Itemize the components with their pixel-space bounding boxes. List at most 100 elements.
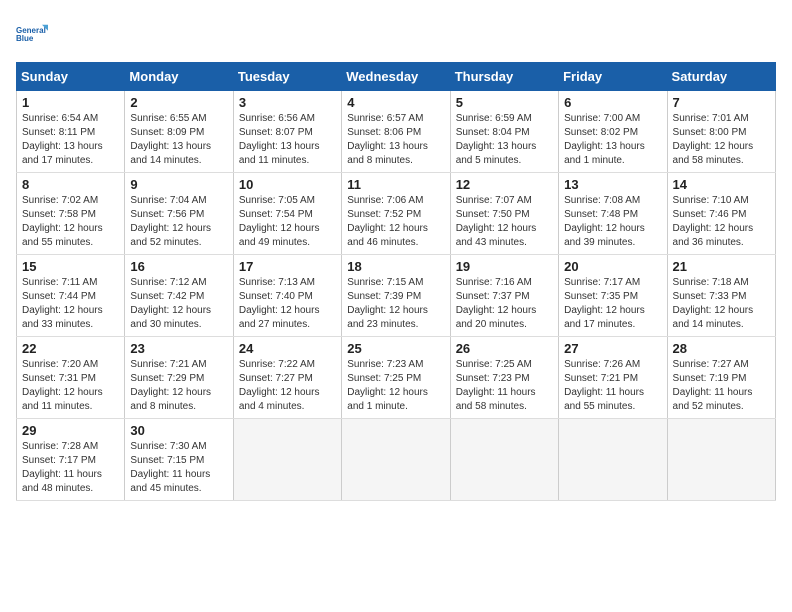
calendar-cell: 12 Sunrise: 7:07 AM Sunset: 7:50 PM Dayli…	[450, 173, 558, 255]
calendar-cell: 8 Sunrise: 7:02 AM Sunset: 7:58 PM Daylig…	[17, 173, 125, 255]
day-info: Sunrise: 7:21 AM Sunset: 7:29 PM Dayligh…	[130, 358, 227, 414]
calendar-cell: 27 Sunrise: 7:26 AM Sunset: 7:21 PM Dayli…	[559, 337, 667, 419]
calendar-cell	[233, 419, 341, 501]
col-header-thursday: Thursday	[450, 63, 558, 91]
calendar-cell: 20 Sunrise: 7:17 AM Sunset: 7:35 PM Dayli…	[559, 255, 667, 337]
calendar-cell: 18 Sunrise: 7:15 AM Sunset: 7:39 PM Dayli…	[342, 255, 450, 337]
col-header-tuesday: Tuesday	[233, 63, 341, 91]
calendar-cell: 14 Sunrise: 7:10 AM Sunset: 7:46 PM Dayli…	[667, 173, 775, 255]
calendar-cell: 26Sunrise: 7:25 AM Sunset: 7:23 PM Dayli…	[450, 337, 558, 419]
day-info: Sunrise: 7:12 AM Sunset: 7:42 PM Dayligh…	[130, 276, 227, 332]
day-number: 17	[239, 259, 336, 274]
day-number: 28	[673, 341, 770, 356]
day-info: Sunrise: 7:05 AM Sunset: 7:54 PM Dayligh…	[239, 194, 336, 250]
day-info: Sunrise: 7:07 AM Sunset: 7:50 PM Dayligh…	[456, 194, 553, 250]
day-number: 15	[22, 259, 119, 274]
day-number: 18	[347, 259, 444, 274]
day-info: Sunrise: 7:13 AM Sunset: 7:40 PM Dayligh…	[239, 276, 336, 332]
day-number: 9	[130, 177, 227, 192]
day-number: 24	[239, 341, 336, 356]
day-info: Sunrise: 7:10 AM Sunset: 7:46 PM Dayligh…	[673, 194, 770, 250]
day-number: 12	[456, 177, 553, 192]
calendar-cell: 16Sunrise: 7:12 AM Sunset: 7:42 PM Dayli…	[125, 255, 233, 337]
day-info: Sunrise: 7:11 AM Sunset: 7:44 PM Dayligh…	[22, 276, 119, 332]
day-number: 23	[130, 341, 227, 356]
calendar-cell: 11 Sunrise: 7:06 AM Sunset: 7:52 PM Dayli…	[342, 173, 450, 255]
day-number: 3	[239, 95, 336, 110]
calendar-row: 29 Sunrise: 7:28 AM Sunset: 7:17 PM Dayli…	[17, 419, 776, 501]
calendar-cell: 6Sunrise: 7:00 AM Sunset: 8:02 PM Daylig…	[559, 91, 667, 173]
day-info: Sunrise: 7:30 AM Sunset: 7:15 PM Dayligh…	[130, 440, 227, 496]
calendar-cell: 15 Sunrise: 7:11 AM Sunset: 7:44 PM Dayli…	[17, 255, 125, 337]
day-info: Sunrise: 7:20 AM Sunset: 7:31 PM Dayligh…	[22, 358, 119, 414]
day-info: Sunrise: 6:55 AM Sunset: 8:09 PM Dayligh…	[130, 112, 227, 168]
day-number: 29	[22, 423, 119, 438]
day-number: 6	[564, 95, 661, 110]
calendar-cell: 4 Sunrise: 6:57 AM Sunset: 8:06 PM Daylig…	[342, 91, 450, 173]
day-info: Sunrise: 7:01 AM Sunset: 8:00 PM Dayligh…	[673, 112, 770, 168]
calendar-cell: 25 Sunrise: 7:23 AM Sunset: 7:25 PM Dayli…	[342, 337, 450, 419]
day-info: Sunrise: 7:26 AM Sunset: 7:21 PM Dayligh…	[564, 358, 661, 414]
calendar-cell: 19Sunrise: 7:16 AM Sunset: 7:37 PM Dayli…	[450, 255, 558, 337]
day-info: Sunrise: 7:28 AM Sunset: 7:17 PM Dayligh…	[22, 440, 119, 496]
day-number: 19	[456, 259, 553, 274]
day-number: 21	[673, 259, 770, 274]
day-info: Sunrise: 7:23 AM Sunset: 7:25 PM Dayligh…	[347, 358, 444, 414]
calendar-cell: 7 Sunrise: 7:01 AM Sunset: 8:00 PM Daylig…	[667, 91, 775, 173]
day-number: 13	[564, 177, 661, 192]
day-number: 20	[564, 259, 661, 274]
calendar-cell: 22 Sunrise: 7:20 AM Sunset: 7:31 PM Dayli…	[17, 337, 125, 419]
day-info: Sunrise: 6:54 AM Sunset: 8:11 PM Dayligh…	[22, 112, 119, 168]
calendar-cell: 3 Sunrise: 6:56 AM Sunset: 8:07 PM Daylig…	[233, 91, 341, 173]
calendar-cell: 10 Sunrise: 7:05 AM Sunset: 7:54 PM Dayli…	[233, 173, 341, 255]
day-number: 22	[22, 341, 119, 356]
day-number: 25	[347, 341, 444, 356]
calendar-row: 1 Sunrise: 6:54 AM Sunset: 8:11 PM Daylig…	[17, 91, 776, 173]
calendar-cell: 30 Sunrise: 7:30 AM Sunset: 7:15 PM Dayli…	[125, 419, 233, 501]
day-number: 1	[22, 95, 119, 110]
logo-icon: GeneralBlue	[16, 16, 52, 52]
day-info: Sunrise: 6:56 AM Sunset: 8:07 PM Dayligh…	[239, 112, 336, 168]
day-info: Sunrise: 6:57 AM Sunset: 8:06 PM Dayligh…	[347, 112, 444, 168]
day-number: 7	[673, 95, 770, 110]
calendar-table: SundayMondayTuesdayWednesdayThursdayFrid…	[16, 62, 776, 501]
day-number: 4	[347, 95, 444, 110]
day-info: Sunrise: 7:17 AM Sunset: 7:35 PM Dayligh…	[564, 276, 661, 332]
calendar-row: 15 Sunrise: 7:11 AM Sunset: 7:44 PM Dayli…	[17, 255, 776, 337]
calendar-cell	[667, 419, 775, 501]
col-header-saturday: Saturday	[667, 63, 775, 91]
col-header-wednesday: Wednesday	[342, 63, 450, 91]
day-info: Sunrise: 7:06 AM Sunset: 7:52 PM Dayligh…	[347, 194, 444, 250]
calendar-cell: 29 Sunrise: 7:28 AM Sunset: 7:17 PM Dayli…	[17, 419, 125, 501]
calendar-cell: 24 Sunrise: 7:22 AM Sunset: 7:27 PM Dayli…	[233, 337, 341, 419]
day-info: Sunrise: 7:22 AM Sunset: 7:27 PM Dayligh…	[239, 358, 336, 414]
svg-text:Blue: Blue	[16, 34, 34, 43]
day-number: 10	[239, 177, 336, 192]
day-info: Sunrise: 7:08 AM Sunset: 7:48 PM Dayligh…	[564, 194, 661, 250]
calendar-row: 22 Sunrise: 7:20 AM Sunset: 7:31 PM Dayli…	[17, 337, 776, 419]
day-info: Sunrise: 7:27 AM Sunset: 7:19 PM Dayligh…	[673, 358, 770, 414]
day-number: 11	[347, 177, 444, 192]
col-header-sunday: Sunday	[17, 63, 125, 91]
calendar-row: 8 Sunrise: 7:02 AM Sunset: 7:58 PM Daylig…	[17, 173, 776, 255]
calendar-cell: 1 Sunrise: 6:54 AM Sunset: 8:11 PM Daylig…	[17, 91, 125, 173]
col-header-friday: Friday	[559, 63, 667, 91]
day-number: 8	[22, 177, 119, 192]
calendar-cell: 23 Sunrise: 7:21 AM Sunset: 7:29 PM Dayli…	[125, 337, 233, 419]
calendar-cell: 21Sunrise: 7:18 AM Sunset: 7:33 PM Dayli…	[667, 255, 775, 337]
calendar-header-row: SundayMondayTuesdayWednesdayThursdayFrid…	[17, 63, 776, 91]
calendar-cell: 2 Sunrise: 6:55 AM Sunset: 8:09 PM Daylig…	[125, 91, 233, 173]
day-info: Sunrise: 7:15 AM Sunset: 7:39 PM Dayligh…	[347, 276, 444, 332]
logo: GeneralBlue	[16, 16, 52, 52]
calendar-cell	[450, 419, 558, 501]
calendar-cell: 28 Sunrise: 7:27 AM Sunset: 7:19 PM Dayli…	[667, 337, 775, 419]
day-number: 30	[130, 423, 227, 438]
day-number: 14	[673, 177, 770, 192]
calendar-cell: 17 Sunrise: 7:13 AM Sunset: 7:40 PM Dayli…	[233, 255, 341, 337]
calendar-cell	[559, 419, 667, 501]
day-number: 2	[130, 95, 227, 110]
day-info: Sunrise: 6:59 AM Sunset: 8:04 PM Dayligh…	[456, 112, 553, 168]
calendar-cell: 13 Sunrise: 7:08 AM Sunset: 7:48 PM Dayli…	[559, 173, 667, 255]
day-number: 27	[564, 341, 661, 356]
day-info: Sunrise: 7:02 AM Sunset: 7:58 PM Dayligh…	[22, 194, 119, 250]
